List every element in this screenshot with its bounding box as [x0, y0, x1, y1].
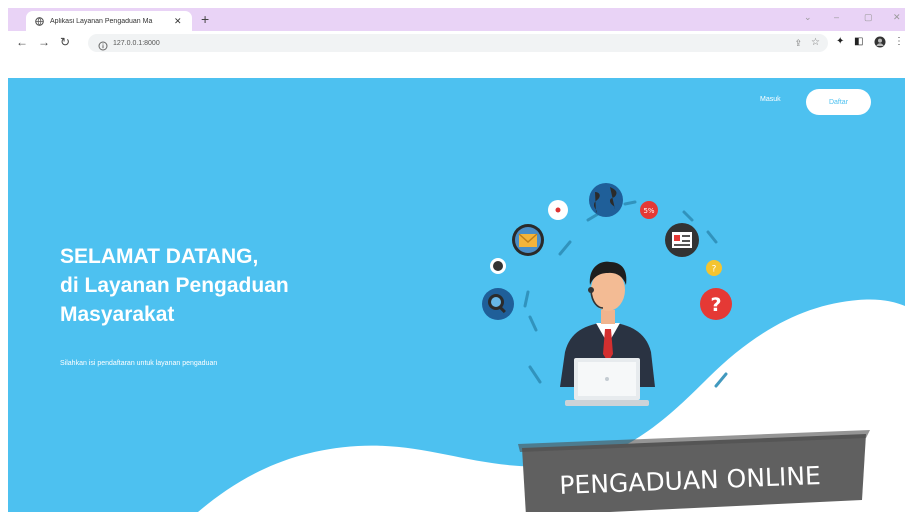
new-tab-button[interactable]: + — [201, 11, 209, 27]
sale-badge-icon: 5% — [640, 201, 658, 219]
browser-menu-icon[interactable]: ⋮ — [894, 36, 904, 48]
id-card-icon — [665, 223, 699, 257]
lightbulb-icon: ? — [706, 260, 722, 276]
hero-section: Masuk Daftar SELAMAT DATANG, di Layanan … — [8, 78, 905, 512]
register-button[interactable]: Daftar — [806, 89, 871, 115]
chat-icon — [548, 200, 568, 220]
globe-icon — [589, 183, 623, 217]
svg-text:?: ? — [710, 294, 721, 316]
site-info-icon[interactable] — [98, 38, 108, 51]
back-arrow-icon[interactable]: ← — [16, 35, 28, 49]
tab-search-icon[interactable]: ⌄ — [804, 10, 812, 24]
maximize-button[interactable]: ▢ — [864, 10, 873, 24]
search-icon — [482, 288, 514, 320]
browser-tab[interactable]: Aplikasi Layanan Pengaduan Ma ✕ — [26, 11, 192, 31]
browser-tab-strip: Aplikasi Layanan Pengaduan Ma ✕ + ⌄ – ▢ … — [8, 8, 905, 31]
address-bar[interactable]: 127.0.0.1:8000 ⇪ ☆ — [88, 34, 828, 52]
headline-line-2: di Layanan Pengaduan — [60, 274, 289, 297]
reload-icon[interactable]: ↻ — [60, 35, 70, 49]
login-link[interactable]: Masuk — [760, 96, 781, 103]
svg-text:?: ? — [712, 265, 717, 275]
forward-arrow-icon[interactable]: → — [38, 35, 50, 49]
minimize-button[interactable]: – — [834, 10, 839, 24]
profile-avatar-icon[interactable] — [874, 36, 886, 52]
hero-headline: SELAMAT DATANG, di Layanan Pengaduan Mas… — [60, 242, 420, 329]
hero-subtitle: Silahkan isi pendaftaran untuk layanan p… — [60, 360, 218, 367]
bookmark-star-icon[interactable]: ☆ — [811, 37, 820, 49]
tab-title: Aplikasi Layanan Pengaduan Ma — [50, 17, 153, 25]
svg-text:5%: 5% — [643, 207, 654, 215]
share-icon[interactable]: ⇪ — [794, 38, 802, 48]
help-icon: ? — [700, 288, 732, 320]
complaint-illustration: 5% ? ? PENGADUAN ONLINE — [482, 183, 870, 512]
tab-close-icon[interactable]: ✕ — [174, 16, 182, 26]
info-dot-icon — [490, 258, 506, 274]
headline-line-3: Masyarakat — [60, 303, 175, 326]
close-window-button[interactable]: ✕ — [893, 10, 901, 24]
url-text: 127.0.0.1:8000 — [113, 39, 160, 47]
browser-toolbar: ← → ↻ 127.0.0.1:8000 ⇪ ☆ ✦ ◧ ⋮ — [8, 31, 905, 56]
mail-icon — [512, 224, 544, 256]
pin-extension-icon[interactable]: ✦ — [836, 36, 844, 48]
sidepanel-icon[interactable]: ◧ — [854, 36, 863, 48]
globe-favicon-icon — [34, 16, 44, 26]
headline-line-1: SELAMAT DATANG, — [60, 245, 259, 268]
laptop-icon — [565, 358, 649, 406]
